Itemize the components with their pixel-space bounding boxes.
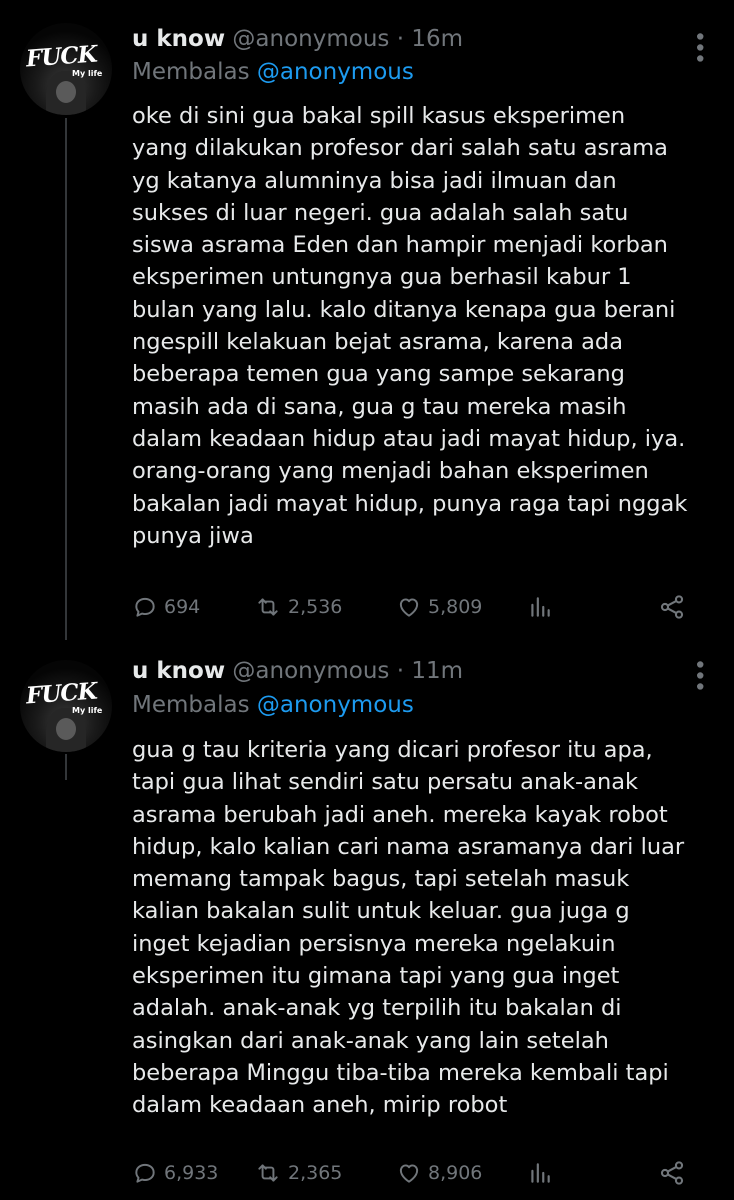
reply-button[interactable]: 6,933 [132, 1156, 218, 1190]
like-count: 8,906 [428, 1162, 483, 1184]
views-button[interactable] [527, 590, 553, 624]
more-options-icon[interactable]: ••• [686, 658, 711, 691]
retweet-button[interactable]: 2,365 [254, 1156, 342, 1190]
replying-to: Membalas @anonymous [132, 57, 414, 87]
display-name[interactable]: u know [132, 658, 225, 684]
share-button[interactable] [658, 1156, 686, 1190]
tweet-text: oke di sini gua bakal spill kasus eksper… [132, 103, 688, 549]
user-handle[interactable]: @anonymous [232, 26, 389, 52]
thread-line [65, 118, 67, 640]
separator-dot: · [396, 26, 405, 52]
reply-count: 694 [164, 596, 201, 618]
views-button[interactable] [527, 1156, 553, 1190]
avatar-tagline: My life [72, 69, 103, 78]
reply-count: 6,933 [164, 1162, 219, 1184]
tweet[interactable]: FUCK My life u know @anonymous · 11m •••… [0, 640, 734, 1200]
analytics-icon [531, 1163, 550, 1183]
avatar-tagline: My life [72, 706, 103, 715]
timestamp[interactable]: 16m [411, 26, 463, 52]
reply-mention-link[interactable]: @anonymous [257, 692, 414, 718]
avatar-logo-text: FUCK [25, 40, 98, 73]
avatar-face [56, 718, 76, 740]
thread-line [65, 754, 67, 780]
display-name[interactable]: u know [132, 26, 225, 52]
avatar[interactable]: FUCK My life [20, 23, 112, 115]
like-button[interactable]: 5,809 [396, 590, 482, 624]
separator-dot: · [396, 658, 405, 684]
tweet-actions: 694 2,536 5,809 [132, 590, 692, 624]
like-button[interactable]: 8,906 [396, 1156, 482, 1190]
reply-icon [135, 597, 155, 617]
avatar-logo-text: FUCK [25, 677, 98, 710]
share-button[interactable] [658, 590, 686, 624]
retweet-icon [258, 598, 278, 616]
user-handle[interactable]: @anonymous [232, 658, 389, 684]
replying-to-label: Membalas [132, 692, 250, 718]
heart-icon [399, 598, 419, 617]
reply-mention-link[interactable]: @anonymous [257, 59, 414, 85]
tweet-text: gua g tau kriteria yang dicari profesor … [132, 737, 685, 1119]
avatar-face [56, 81, 76, 103]
replying-to: Membalas @anonymous [132, 690, 414, 720]
retweet-count: 2,365 [288, 1162, 343, 1184]
avatar[interactable]: FUCK My life [20, 660, 112, 752]
heart-icon [399, 1164, 419, 1183]
tweet-header: u know @anonymous · 16m [132, 24, 463, 54]
analytics-icon [531, 597, 550, 617]
retweet-count: 2,536 [288, 596, 343, 618]
share-icon [660, 595, 684, 619]
like-count: 5,809 [428, 596, 483, 618]
retweet-icon [258, 1164, 278, 1182]
share-icon [660, 1161, 684, 1185]
reply-button[interactable]: 694 [132, 590, 200, 624]
reply-icon [135, 1163, 155, 1183]
tweet-actions: 6,933 2,365 8,906 [132, 1156, 692, 1190]
timestamp[interactable]: 11m [411, 658, 463, 684]
more-options-icon[interactable]: ••• [686, 30, 711, 63]
tweet-header: u know @anonymous · 11m [132, 656, 463, 686]
tweet[interactable]: FUCK My life u know @anonymous · 16m •••… [0, 0, 734, 640]
replying-to-label: Membalas [132, 59, 250, 85]
retweet-button[interactable]: 2,536 [254, 590, 342, 624]
